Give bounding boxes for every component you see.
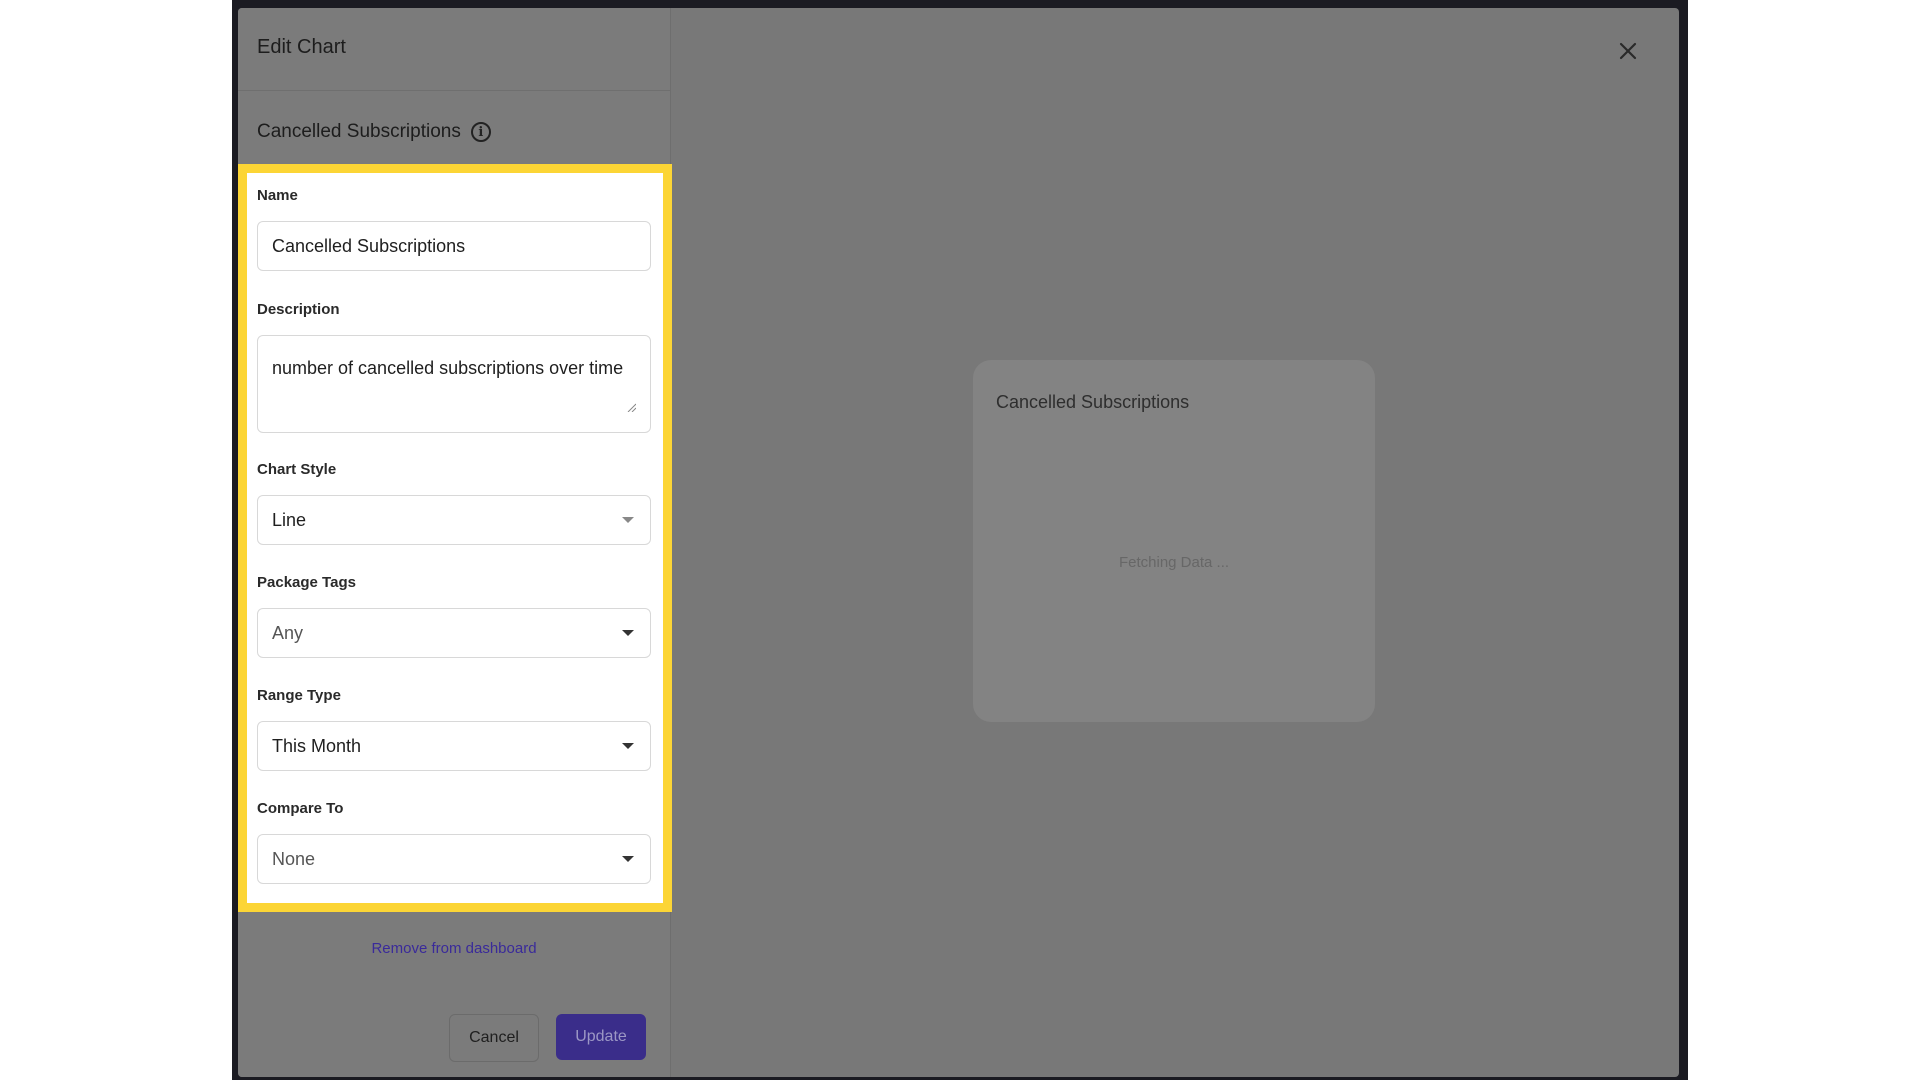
chevron-down-icon (622, 517, 634, 523)
chevron-down-icon (622, 743, 634, 749)
cancel-button[interactable]: Cancel (449, 1014, 539, 1062)
compare-to-label: Compare To (257, 800, 344, 817)
range-type-select[interactable]: This Month (257, 721, 651, 771)
update-button[interactable]: Update (556, 1014, 646, 1060)
chart-preview-card: Cancelled Subscriptions Fetching Data ..… (973, 360, 1375, 722)
remove-from-dashboard-link[interactable]: Remove from dashboard (238, 940, 670, 957)
chart-heading-label: Cancelled Subscriptions (257, 121, 461, 142)
preview-status: Fetching Data ... (1118, 554, 1230, 571)
package-tags-select[interactable]: Any (257, 608, 651, 658)
name-field[interactable]: Cancelled Subscriptions (257, 221, 651, 271)
preview-title: Cancelled Subscriptions (996, 392, 1190, 412)
name-label: Name (257, 187, 298, 204)
compare-to-select[interactable]: None (257, 834, 651, 884)
compare-to-value: None (272, 848, 316, 869)
range-type-label: Range Type (257, 687, 341, 704)
package-tags-value: Any (272, 622, 304, 643)
info-icon[interactable]: i (470, 122, 491, 142)
description-field[interactable]: number of cancelled subscriptions over t… (257, 335, 651, 433)
chevron-down-icon (622, 856, 634, 862)
chart-style-select[interactable]: Line (257, 495, 651, 545)
chevron-down-icon (622, 630, 634, 636)
panel-header: Edit Chart (238, 8, 670, 91)
chart-style-label: Chart Style (257, 461, 337, 478)
modal-title: Edit Chart (257, 36, 346, 58)
chart-heading: Cancelled Subscriptions i (257, 121, 491, 143)
description-value: number of cancelled subscriptions over t… (272, 358, 624, 378)
description-label: Description (257, 301, 340, 318)
chart-style-value: Line (272, 509, 307, 530)
range-type-value: This Month (272, 735, 362, 756)
resize-handle-icon[interactable] (626, 402, 636, 412)
name-value: Cancelled Subscriptions (272, 235, 466, 256)
edit-chart-modal: Edit Chart Cancelled Subscriptions i Nam… (238, 8, 1679, 1077)
package-tags-label: Package Tags (257, 574, 356, 591)
edit-panel: Edit Chart Cancelled Subscriptions i Nam… (238, 8, 672, 1077)
form-highlight: Name Cancelled Subscriptions Description… (238, 164, 672, 912)
close-icon[interactable] (1617, 40, 1639, 62)
